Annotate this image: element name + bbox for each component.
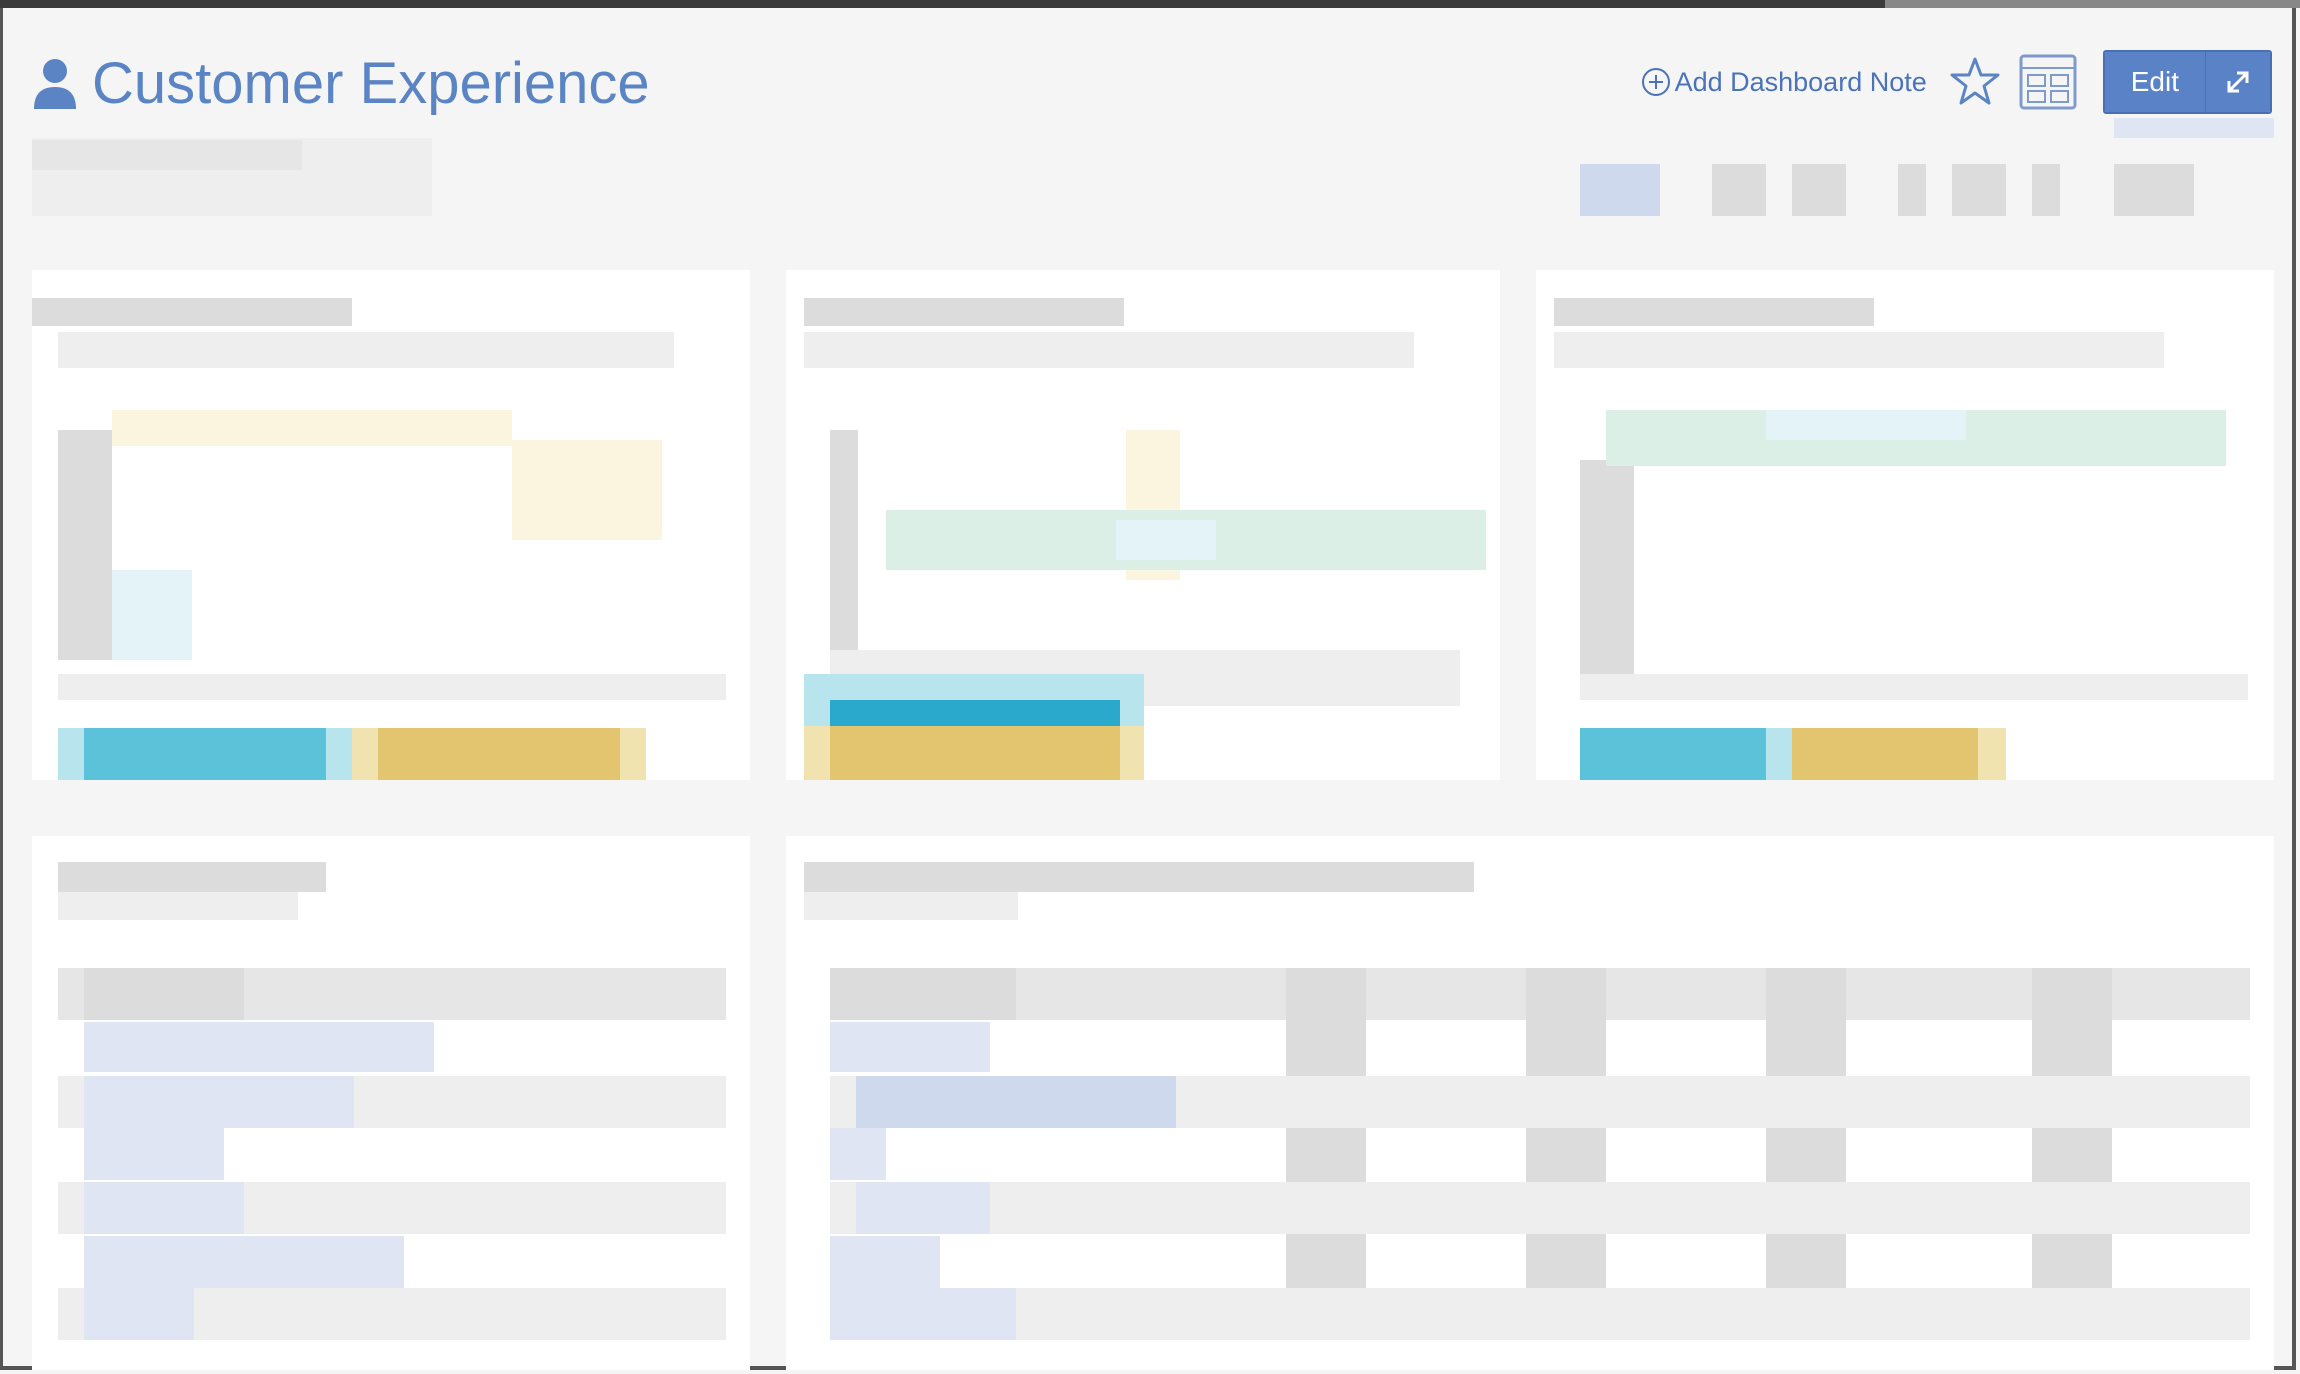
table-column-placeholder [2032, 968, 2112, 1340]
chart-axis-placeholder [58, 674, 726, 700]
chart-line-placeholder [1766, 410, 1966, 440]
page-title: Customer Experience [92, 51, 650, 116]
table-row-placeholder [830, 1288, 2250, 1340]
table-row-placeholder[interactable] [830, 1128, 886, 1180]
user-icon [34, 58, 76, 109]
filter-chip-placeholder[interactable] [1952, 164, 2006, 216]
filter-chip-placeholder[interactable] [1712, 164, 1766, 216]
chart-line-placeholder [512, 440, 662, 540]
widget-title-placeholder [58, 862, 326, 892]
widget-subtitle-placeholder [804, 332, 1414, 368]
table-row-placeholder[interactable] [830, 1288, 1016, 1340]
table-row-placeholder [830, 1182, 2250, 1234]
window-top-bar-segment [1885, 0, 2300, 8]
filter-chip-placeholder[interactable] [1580, 164, 1660, 216]
legend-bar-placeholder [830, 700, 1120, 726]
edit-button[interactable]: Edit [2104, 52, 2206, 112]
dashboard-header: Customer Experience Add Dashboard Note E… [0, 8, 2300, 128]
widget-subtitle-placeholder [1554, 332, 2164, 368]
widget-title-placeholder [32, 298, 352, 326]
table-row-placeholder[interactable] [84, 1236, 404, 1288]
chart-axis-placeholder [1580, 460, 1634, 680]
widget-subtitle-placeholder [58, 892, 298, 920]
widget-title-placeholder [804, 298, 1124, 326]
widget-title-placeholder [804, 862, 1474, 892]
table-column-placeholder [1526, 968, 1606, 1340]
chart-line-placeholder [112, 570, 192, 660]
widget-subtitle-placeholder [58, 332, 674, 368]
filter-indicator-placeholder [2114, 118, 2274, 138]
add-dashboard-note-label: Add Dashboard Note [1674, 66, 1927, 97]
chart-line-placeholder [1116, 520, 1216, 560]
widget-panel-1 [32, 270, 750, 780]
chart-axis-placeholder [1580, 674, 2248, 700]
window-top-bar [0, 0, 2300, 8]
add-dashboard-note-link[interactable]: Add Dashboard Note [1641, 67, 1927, 98]
layout-grid-icon[interactable] [2019, 54, 2077, 110]
filter-chip-placeholder[interactable] [2114, 164, 2194, 216]
title-group: Customer Experience [32, 50, 650, 117]
filter-chip-placeholder[interactable] [2032, 164, 2060, 216]
table-row-placeholder[interactable] [830, 1236, 940, 1288]
table-row-placeholder[interactable] [84, 1288, 194, 1340]
filter-chip-placeholder[interactable] [1792, 164, 1846, 216]
filter-chip-placeholder[interactable] [1898, 164, 1926, 216]
table-panel-2 [786, 836, 2274, 1370]
legend-bar-placeholder [1792, 728, 1978, 780]
table-row-placeholder[interactable] [84, 1022, 434, 1072]
legend-bar-placeholder [830, 726, 1120, 780]
table-header-placeholder [84, 968, 244, 1020]
legend-bar-placeholder [84, 728, 326, 780]
widget-title-placeholder [1554, 298, 1874, 326]
plus-circle-icon [1641, 68, 1670, 96]
widget-panel-3 [1536, 270, 2274, 780]
widget-panel-2 [786, 270, 1500, 780]
table-panel-1 [32, 836, 750, 1370]
table-row-placeholder[interactable] [856, 1182, 990, 1234]
table-column-placeholder [1766, 968, 1846, 1340]
star-icon[interactable] [1949, 56, 2001, 108]
filter-bar-placeholder [32, 140, 302, 170]
table-row-placeholder[interactable] [856, 1076, 1176, 1128]
table-row-placeholder[interactable] [830, 1022, 990, 1072]
table-column-placeholder [1286, 968, 1366, 1340]
expand-button[interactable] [2206, 52, 2270, 112]
chart-axis-placeholder [830, 430, 858, 650]
edit-button-group: Edit [2102, 50, 2272, 114]
widget-subtitle-placeholder [804, 892, 1018, 920]
table-header-placeholder [830, 968, 1016, 1020]
table-row-placeholder[interactable] [84, 1182, 244, 1234]
table-row-placeholder[interactable] [84, 1076, 354, 1128]
chart-line-placeholder [112, 410, 512, 446]
legend-bar-placeholder [1580, 728, 1766, 780]
chart-axis-placeholder [58, 430, 112, 660]
legend-bar-placeholder [378, 728, 620, 780]
expand-icon [2227, 71, 2249, 93]
header-actions: Add Dashboard Note Edit [1641, 50, 2272, 114]
table-row-placeholder[interactable] [84, 1128, 224, 1180]
